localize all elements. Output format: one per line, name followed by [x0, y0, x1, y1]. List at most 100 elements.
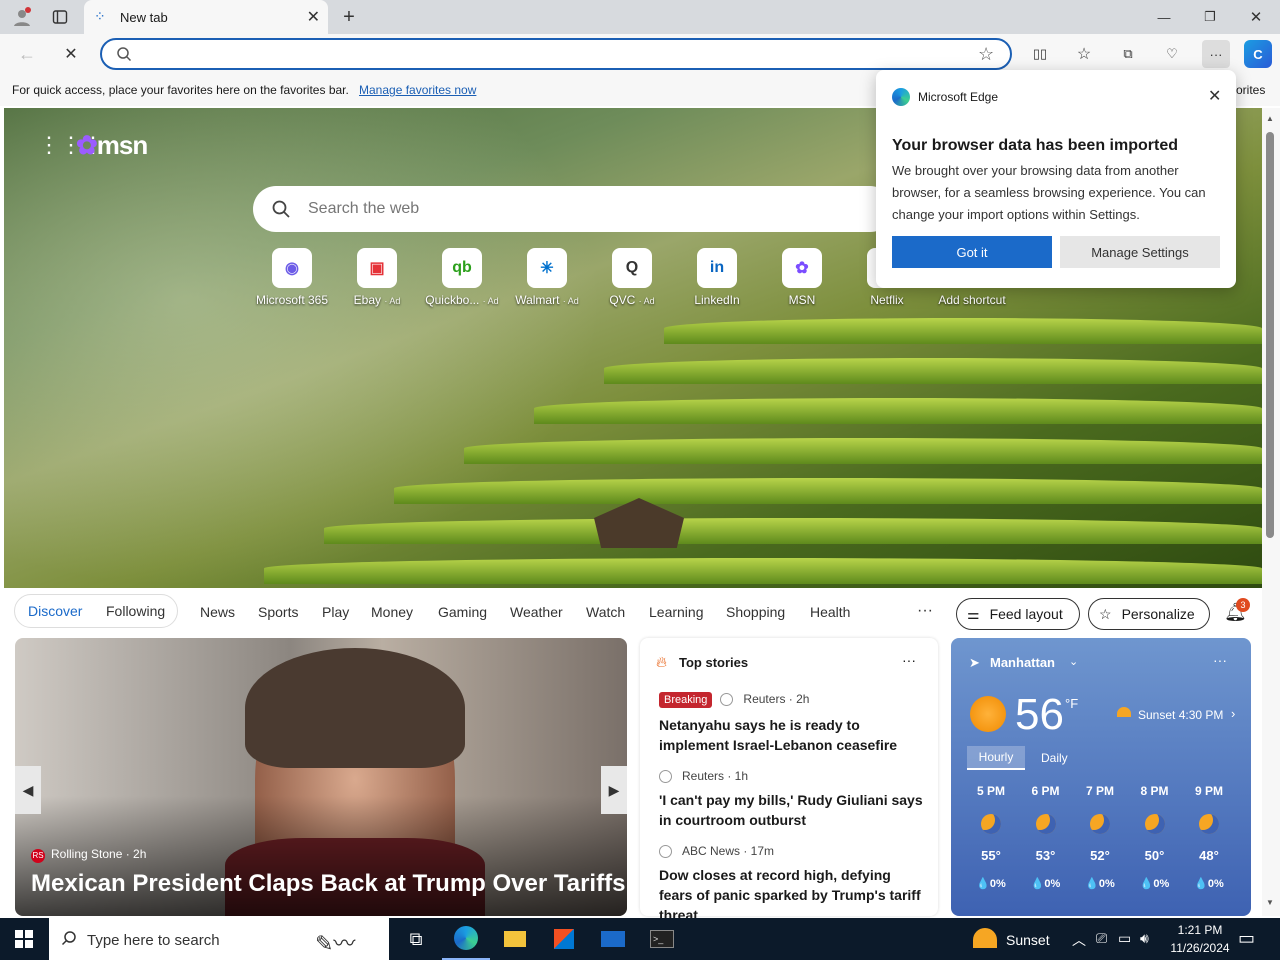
- msn-logo[interactable]: ✿msn: [76, 130, 148, 161]
- tab-weather[interactable]: Weather: [510, 604, 563, 620]
- lead-headline[interactable]: Mexican President Claps Back at Trump Ov…: [31, 870, 625, 898]
- tab-money[interactable]: Money: [371, 604, 413, 620]
- weather-card[interactable]: ➤ Manhattan ⌄ ··· 56 °F Sunset 4:30 PM ›…: [951, 638, 1251, 916]
- shortcut-quickbo[interactable]: qb Quickbo... · Ad: [420, 248, 504, 307]
- microsoft-store-icon[interactable]: [540, 918, 588, 960]
- publisher-logo-icon: [659, 770, 672, 784]
- edge-taskbar-icon[interactable]: [442, 918, 490, 960]
- chevron-down-icon[interactable]: ⌄: [1069, 655, 1078, 668]
- close-tab-icon[interactable]: ✕: [307, 7, 320, 27]
- network-icon[interactable]: ▭: [1118, 930, 1131, 947]
- copilot-icon[interactable]: C: [1244, 40, 1272, 68]
- feed-layout-button[interactable]: ⚌ Feed layout: [956, 598, 1080, 630]
- scroll-down-icon[interactable]: ▼: [1266, 898, 1274, 907]
- task-view-icon[interactable]: ⧉: [392, 918, 440, 960]
- clock-time[interactable]: 1:21 PM: [1170, 923, 1230, 937]
- close-icon[interactable]: ✕: [1208, 86, 1221, 106]
- shortcut-qvc[interactable]: Q QVC · Ad: [590, 248, 674, 307]
- address-bar[interactable]: ☆: [100, 38, 1012, 70]
- address-input[interactable]: [146, 45, 946, 65]
- hourly-forecast-item[interactable]: 6 PM 53° 💧0%: [1019, 784, 1073, 890]
- split-screen-icon[interactable]: ▯▯: [1028, 42, 1052, 66]
- shortcut-msn[interactable]: ✿ MSN: [760, 248, 844, 307]
- more-options-icon[interactable]: ···: [1213, 652, 1227, 668]
- shortcut-icon: ✿: [782, 248, 822, 288]
- chevron-right-icon[interactable]: ›: [1231, 706, 1235, 721]
- hero-haze: [4, 108, 604, 588]
- tab-hourly[interactable]: Hourly: [967, 746, 1025, 770]
- story-title[interactable]: Dow closes at record high, defying fears…: [659, 865, 927, 925]
- tab-discover[interactable]: Discover: [28, 603, 82, 619]
- hourly-forecast-item[interactable]: 8 PM 50° 💧0%: [1128, 784, 1182, 890]
- tab-play[interactable]: Play: [322, 604, 349, 620]
- story-item[interactable]: ABC News · 17m Dow closes at record high,…: [659, 844, 927, 925]
- shortcut-ebay[interactable]: ▣ Ebay · Ad: [335, 248, 419, 307]
- tab-new-tab[interactable]: ⁘ New tab ✕: [84, 0, 328, 34]
- prev-arrow-icon[interactable]: ◀: [15, 766, 41, 814]
- personalize-button[interactable]: ☆ Personalize: [1088, 598, 1210, 630]
- other-favorites-label[interactable]: orites: [1236, 83, 1265, 97]
- volume-icon[interactable]: 🔊︎: [1140, 930, 1149, 947]
- sunset-weather-icon[interactable]: [973, 928, 997, 948]
- stop-loading-icon[interactable]: ✕: [58, 42, 84, 66]
- hour-temp: 55°: [981, 848, 1001, 863]
- tab-shopping[interactable]: Shopping: [726, 604, 785, 620]
- popup-brand: Microsoft Edge: [918, 90, 999, 104]
- clock-date[interactable]: 11/26/2024: [1164, 941, 1236, 955]
- tab-watch[interactable]: Watch: [586, 604, 625, 620]
- web-search-box[interactable]: Search the web: [253, 186, 893, 232]
- notifications-icon[interactable]: ▭: [1238, 928, 1255, 949]
- mail-icon[interactable]: [589, 918, 637, 960]
- scroll-thumb[interactable]: [1266, 132, 1274, 538]
- got-it-button[interactable]: Got it: [892, 236, 1052, 268]
- hourly-forecast-item[interactable]: 7 PM 52° 💧0%: [1073, 784, 1127, 890]
- show-hidden-icons-icon[interactable]: ︿: [1072, 930, 1086, 950]
- tab-following[interactable]: Following: [106, 603, 165, 619]
- shortcut-microsoft-365[interactable]: ◉ Microsoft 365: [250, 248, 334, 307]
- terminal-icon[interactable]: >_: [638, 918, 686, 960]
- hourly-forecast-item[interactable]: 5 PM 55° 💧0%: [964, 784, 1018, 890]
- shortcut-linkedin[interactable]: in LinkedIn: [675, 248, 759, 307]
- new-tab-icon[interactable]: +: [338, 5, 360, 29]
- browser-essentials-icon[interactable]: ♡: [1160, 42, 1184, 66]
- tab-learning[interactable]: Learning: [649, 604, 704, 620]
- workspaces-icon[interactable]: [48, 5, 72, 29]
- story-item[interactable]: Reuters · 1h 'I can't pay my bills,' Rudy…: [659, 769, 927, 830]
- tab-gaming[interactable]: Gaming: [438, 604, 487, 620]
- tab-news[interactable]: News: [200, 604, 235, 620]
- temp-unit[interactable]: °F: [1065, 696, 1078, 711]
- more-categories-icon[interactable]: ···: [917, 602, 933, 620]
- profile-icon[interactable]: [8, 5, 36, 29]
- favorites-icon[interactable]: ☆: [1072, 42, 1096, 66]
- windows-start-icon[interactable]: [0, 918, 48, 960]
- more-options-icon[interactable]: ···: [902, 652, 916, 668]
- tab-health[interactable]: Health: [810, 604, 850, 620]
- vertical-scrollbar[interactable]: ▲ ▼: [1262, 108, 1280, 916]
- story-item[interactable]: Breaking Reuters · 2h Netanyahu says he is…: [659, 692, 927, 755]
- manage-favorites-link[interactable]: Manage favorites now: [359, 83, 476, 97]
- hourly-forecast-item[interactable]: 9 PM 48° 💧0%: [1182, 784, 1236, 890]
- next-arrow-icon[interactable]: ▶: [601, 766, 627, 814]
- story-title[interactable]: Netanyahu says he is ready to implement …: [659, 715, 927, 755]
- favorite-star-icon[interactable]: ☆: [978, 44, 994, 65]
- lead-story-card[interactable]: ◀ ▶ RS Rolling Stone · 2h Mexican Preside…: [15, 638, 627, 916]
- scroll-up-icon[interactable]: ▲: [1266, 114, 1274, 123]
- shortcut-icon: ✳: [527, 248, 567, 288]
- device-icon[interactable]: ⎚: [1096, 930, 1107, 947]
- shortcut-walmart[interactable]: ✳ Walmart · Ad: [505, 248, 589, 307]
- restore-icon[interactable]: ❐: [1198, 5, 1222, 29]
- tab-daily[interactable]: Daily: [1041, 751, 1068, 765]
- settings-more-icon[interactable]: ···: [1202, 40, 1230, 68]
- taskbar-weather-label[interactable]: Sunset: [1006, 932, 1050, 948]
- tab-sports[interactable]: Sports: [258, 604, 298, 620]
- minimize-icon[interactable]: —: [1152, 5, 1176, 29]
- close-window-icon[interactable]: ✕: [1244, 5, 1268, 29]
- collections-icon[interactable]: ⧉: [1116, 42, 1140, 66]
- back-icon[interactable]: ←: [14, 42, 40, 66]
- popup-heading: Your browser data has been imported: [892, 137, 1178, 154]
- taskbar-search-box[interactable]: Type here to search ✎〰: [49, 918, 389, 960]
- manage-settings-button[interactable]: Manage Settings: [1060, 236, 1220, 268]
- weather-location[interactable]: Manhattan: [990, 655, 1055, 670]
- file-explorer-icon[interactable]: [491, 918, 539, 960]
- story-title[interactable]: 'I can't pay my bills,' Rudy Giuliani sa…: [659, 790, 927, 830]
